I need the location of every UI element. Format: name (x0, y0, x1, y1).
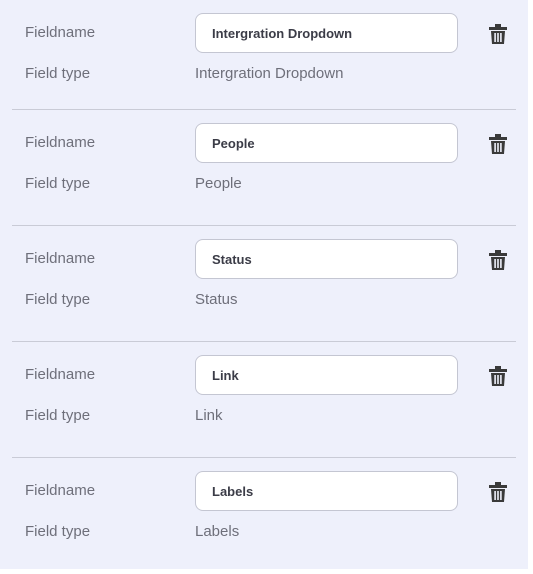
field-type-value: Link (195, 407, 223, 424)
trash-icon (489, 134, 507, 154)
field-block: Fieldname Field type People (12, 110, 516, 226)
field-block: Fieldname Field type Intergration Dropdo… (12, 0, 516, 110)
fieldname-input[interactable] (195, 355, 458, 395)
field-type-label: Field type (25, 291, 91, 308)
fieldname-input[interactable] (195, 471, 458, 511)
field-block: Fieldname Field type Status (12, 226, 516, 342)
fieldname-label: Fieldname (25, 24, 96, 41)
field-type-label: Field type (25, 175, 91, 192)
fieldname-input[interactable] (195, 13, 458, 53)
field-type-value: Labels (195, 523, 240, 540)
fieldname-label: Fieldname (25, 482, 96, 499)
fieldname-input[interactable] (195, 123, 458, 163)
fieldname-input[interactable] (195, 239, 458, 279)
field-list: Fieldname Field type Intergration Dropdo… (0, 0, 528, 574)
fieldname-label: Fieldname (25, 250, 96, 267)
field-type-label: Field type (25, 523, 91, 540)
delete-field-button[interactable] (486, 364, 510, 388)
delete-field-button[interactable] (486, 480, 510, 504)
field-type-label: Field type (25, 407, 91, 424)
trash-icon (489, 366, 507, 386)
delete-field-button[interactable] (486, 132, 510, 156)
trash-icon (489, 482, 507, 502)
field-type-value: Intergration Dropdown (195, 65, 344, 82)
field-block: Fieldname Field type Link (12, 342, 516, 458)
field-block: Fieldname Field type Labels (12, 458, 516, 574)
delete-field-button[interactable] (486, 248, 510, 272)
field-type-label: Field type (25, 65, 91, 82)
trash-icon (489, 24, 507, 44)
field-type-value: People (195, 175, 242, 192)
field-type-value: Status (195, 291, 238, 308)
fieldname-label: Fieldname (25, 134, 96, 151)
custom-fields-panel: Fieldname Field type Intergration Dropdo… (0, 0, 528, 569)
fieldname-label: Fieldname (25, 366, 96, 383)
delete-field-button[interactable] (486, 22, 510, 46)
trash-icon (489, 250, 507, 270)
